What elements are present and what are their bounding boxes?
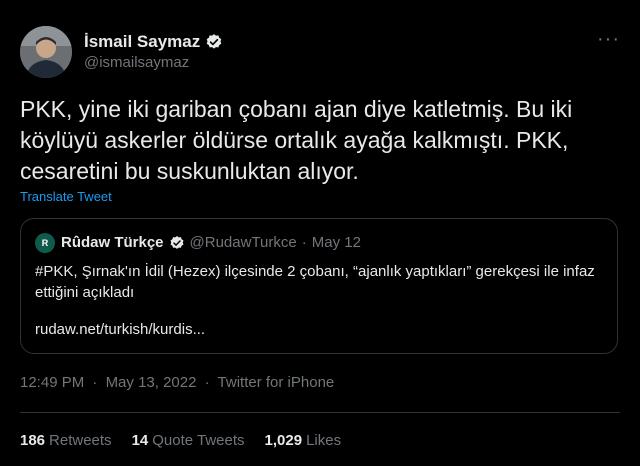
quoted-avatar: R (35, 233, 55, 253)
quoted-header: Rûdaw Türkçe @RudawTurkce · May 12 (61, 234, 361, 251)
avatar[interactable] (20, 26, 72, 78)
verified-badge-icon (169, 235, 185, 251)
quoted-date: May 12 (311, 234, 361, 251)
meta-separator: · (204, 374, 210, 391)
author-row: İsmail Saymaz (84, 32, 223, 52)
quote-tweets-label: Quote Tweets (152, 432, 245, 449)
verified-badge-icon (205, 33, 223, 51)
tweet-source: Twitter for iPhone (217, 374, 335, 391)
retweets-count: 186 (20, 432, 46, 449)
quoted-author-name: Rûdaw Türkçe (61, 234, 164, 251)
retweets-stat[interactable]: 186 Retweets (20, 432, 112, 449)
quote-tweets-count: 14 (131, 432, 149, 449)
meta-separator: · (92, 374, 98, 391)
more-options-icon[interactable]: ··· (597, 28, 620, 51)
tweet-time[interactable]: 12:49 PM (20, 374, 84, 391)
translate-tweet-link[interactable]: Translate Tweet (20, 189, 112, 204)
quote-tweets-stat[interactable]: 14 Quote Tweets (132, 432, 245, 449)
quoted-tweet[interactable]: R Rûdaw Türkçe @RudawTurkce · May 12 #PK… (20, 218, 618, 354)
quoted-author-handle: @RudawTurkce (189, 234, 297, 251)
quoted-link[interactable]: rudaw.net/turkish/kurdis... (35, 321, 205, 338)
divider (20, 412, 620, 413)
likes-count: 1,029 (264, 432, 303, 449)
quoted-text: #PKK, Şırnak'ın İdil (Hezex) ilçesinde 2… (35, 263, 595, 301)
likes-stat[interactable]: 1,029 Likes (265, 432, 342, 449)
author-name[interactable]: İsmail Saymaz (84, 32, 200, 52)
quoted-separator: · (301, 234, 307, 251)
likes-label: Likes (306, 432, 342, 449)
tweet-meta: 12:49 PM · May 13, 2022 · Twitter for iP… (20, 374, 338, 391)
avatar-image (20, 26, 72, 78)
tweet-stats: 186 Retweets 14 Quote Tweets 1,029 Likes (20, 432, 361, 449)
tweet: İsmail Saymaz @ismailsaymaz ··· PKK, yin… (0, 0, 640, 466)
author-handle[interactable]: @ismailsaymaz (84, 54, 189, 71)
retweets-label: Retweets (49, 432, 112, 449)
tweet-text: PKK, yine iki gariban çobanı ajan diye k… (20, 96, 573, 184)
tweet-date[interactable]: May 13, 2022 (106, 374, 197, 391)
